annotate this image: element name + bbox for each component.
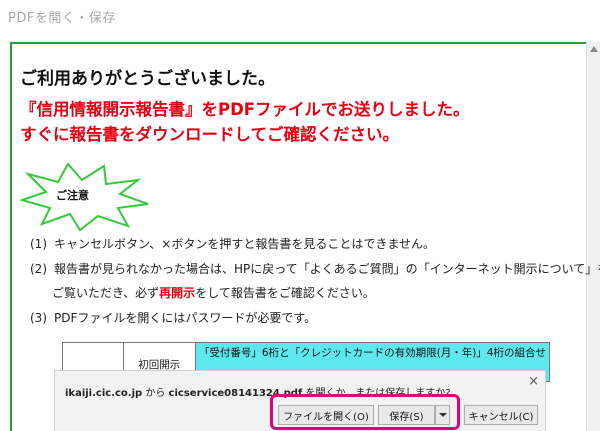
download-from-text: から	[142, 388, 169, 399]
note-3-number: (3)	[30, 311, 47, 325]
note-1-text: キャンセルボタン、×ボタンを押すと報告書を見ることはできません。	[54, 237, 435, 251]
scroll-up-icon[interactable]	[590, 46, 598, 52]
vertical-scrollbar[interactable]	[586, 42, 600, 431]
window-title: PDFを開く・保存	[8, 11, 116, 26]
note-1: (1) キャンセルボタン、×ボタンを押すと報告書を見ることはできません。	[30, 235, 435, 252]
download-host: ikaiji.cic.co.jp	[65, 388, 143, 399]
note-2-number: (2)	[30, 262, 47, 276]
window-title-bar: PDFを開く・保存	[0, 0, 600, 30]
note-2-text-before: ご覧いただき、必ず	[52, 286, 160, 300]
note-2-continued: ご覧いただき、必ず再開示をして報告書をご確認ください。	[52, 284, 375, 301]
download-message: ikaiji.cic.co.jp から cicservice08141324.p…	[65, 384, 451, 399]
download-question: を開くか、または保存しますか?	[302, 388, 451, 399]
thanks-heading: ご利用ありがとうございました。	[20, 69, 275, 89]
save-options-button[interactable]	[435, 405, 450, 425]
close-icon[interactable]: ×	[528, 375, 539, 388]
download-notification-bar: ikaiji.cic.co.jp から cicservice08141324.p…	[54, 370, 546, 431]
note-2-text-after: をして報告書をご確認ください。	[195, 286, 375, 300]
open-file-button[interactable]: ファイルを開く(O)	[278, 405, 374, 425]
note-2: (2) 報告書が見られなかった場合は、HPに戻って「よくあるご質問」の「インターネ…	[30, 260, 600, 277]
chevron-down-icon	[438, 413, 447, 417]
save-button[interactable]: 保存(S)	[378, 405, 435, 425]
message-line-1: 『信用情報開示報告書』をPDFファイルでお送りしました。	[20, 100, 470, 119]
note-3-text: PDFファイルを開くにはパスワードが必要です。	[54, 311, 317, 325]
note-3: (3) PDFファイルを開くにはパスワードが必要です。	[30, 309, 316, 326]
message-line-2: すぐに報告書をダウンロードしてご確認ください。	[20, 125, 400, 144]
notice-label: ご注意	[56, 189, 89, 202]
reopen-emphasis: 再開示	[159, 286, 196, 300]
cancel-button[interactable]: キャンセル(C)	[464, 405, 538, 425]
note-2-text: 報告書が見られなかった場合は、HPに戻って「よくあるご質問」の「インターネット開…	[54, 262, 600, 276]
download-filename: cicservice08141324.pdf	[168, 388, 303, 399]
note-1-number: (1)	[30, 237, 47, 251]
